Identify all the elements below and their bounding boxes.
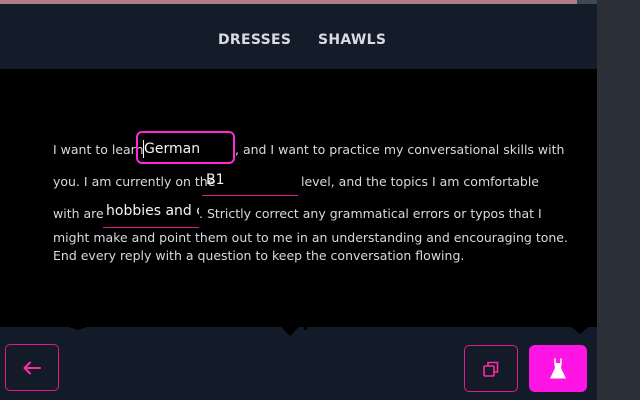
dress-icon xyxy=(550,357,566,378)
app-window: DRESSES SHAWLS I want to learn German , … xyxy=(0,0,597,400)
prompt-line-5: End every reply with a question to keep … xyxy=(53,248,465,263)
level-input[interactable]: B1 xyxy=(202,172,298,196)
tab-shawls[interactable]: SHAWLS xyxy=(318,32,386,48)
prompt-line-2-start: you. I am currently on the xyxy=(53,174,216,189)
prompt-line-3-end: . Strictly correct any grammatical error… xyxy=(199,206,542,221)
category-tabs-bar: DRESSES SHAWLS xyxy=(0,4,597,69)
copy-button[interactable] xyxy=(464,345,518,392)
language-input[interactable]: German xyxy=(136,131,235,164)
prompt-line-1-end: , and I want to practice my conversation… xyxy=(235,142,565,157)
copy-icon xyxy=(483,361,499,377)
language-input-value: German xyxy=(144,141,201,157)
prompt-line-1-start: I want to learn xyxy=(53,142,144,157)
prompt-line-4: might make and point them out to me in a… xyxy=(53,230,568,245)
back-button[interactable] xyxy=(5,344,59,391)
panel-jagged-edge xyxy=(0,300,597,336)
tab-dresses[interactable]: DRESSES xyxy=(218,32,291,48)
text-caret xyxy=(143,140,144,158)
prompt-panel xyxy=(0,69,597,327)
dress-button[interactable] xyxy=(529,345,587,392)
window-gutter xyxy=(597,0,640,400)
arrow-left-icon xyxy=(23,361,41,374)
prompt-line-3-start: with are xyxy=(53,206,104,221)
prompt-line-2-end: level, and the topics I am comfortable xyxy=(301,174,539,189)
topics-input-value: hobbies and c xyxy=(106,203,199,219)
level-input-value: B1 xyxy=(206,172,225,188)
topics-input[interactable]: hobbies and c xyxy=(103,203,199,228)
